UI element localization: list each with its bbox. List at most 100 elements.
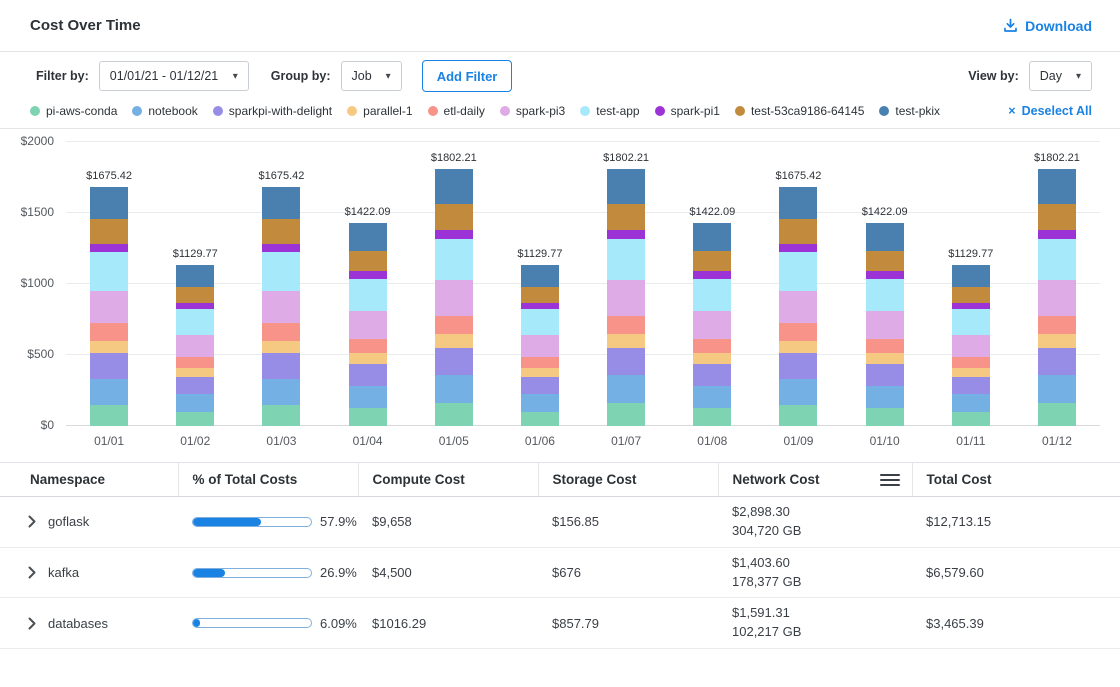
bar-segment-test-53ca9186-64145[interactable] bbox=[693, 251, 731, 272]
bar-segment-sparkpi-with-delight[interactable] bbox=[176, 377, 214, 394]
bar-segment-test-pkix[interactable] bbox=[866, 223, 904, 250]
bar-segment-spark-pi1[interactable] bbox=[693, 271, 731, 278]
bar-segment-sparkpi-with-delight[interactable] bbox=[349, 364, 387, 386]
legend-item-test-app[interactable]: test-app bbox=[580, 104, 639, 118]
bar-segment-test-pkix[interactable] bbox=[176, 265, 214, 287]
bar-segment-sparkpi-with-delight[interactable] bbox=[435, 348, 473, 375]
bar-segment-notebook[interactable] bbox=[607, 375, 645, 402]
bar-segment-pi-aws-conda[interactable] bbox=[607, 403, 645, 426]
bar-segment-sparkpi-with-delight[interactable] bbox=[693, 364, 731, 386]
bar-segment-test-app[interactable] bbox=[90, 252, 128, 290]
bar-segment-notebook[interactable] bbox=[435, 375, 473, 402]
bar-segment-parallel-1[interactable] bbox=[866, 353, 904, 364]
bar-segment-spark-pi3[interactable] bbox=[176, 335, 214, 357]
bar-segment-notebook[interactable] bbox=[866, 386, 904, 408]
bar-segment-test-app[interactable] bbox=[779, 252, 817, 290]
bar-segment-spark-pi3[interactable] bbox=[262, 291, 300, 324]
bar-segment-parallel-1[interactable] bbox=[952, 368, 990, 377]
bar-segment-etl-daily[interactable] bbox=[607, 316, 645, 334]
bar-segment-etl-daily[interactable] bbox=[262, 323, 300, 340]
bar-segment-test-pkix[interactable] bbox=[952, 265, 990, 287]
legend-item-parallel-1[interactable]: parallel-1 bbox=[347, 104, 412, 118]
bar-segment-pi-aws-conda[interactable] bbox=[693, 408, 731, 426]
bar-segment-test-app[interactable] bbox=[262, 252, 300, 290]
bar-segment-test-pkix[interactable] bbox=[1038, 169, 1076, 203]
bar-01/01[interactable]: $1675.42 bbox=[66, 141, 152, 426]
expand-chevron-icon[interactable] bbox=[28, 617, 36, 630]
bar-segment-etl-daily[interactable] bbox=[349, 339, 387, 354]
bar-segment-sparkpi-with-delight[interactable] bbox=[952, 377, 990, 394]
bar-segment-test-app[interactable] bbox=[693, 279, 731, 312]
bar-segment-spark-pi3[interactable] bbox=[952, 335, 990, 357]
legend-item-test-53ca9186-64145[interactable]: test-53ca9186-64145 bbox=[735, 104, 864, 118]
deselect-all-button[interactable]: × Deselect All bbox=[994, 104, 1092, 118]
bar-segment-spark-pi3[interactable] bbox=[779, 291, 817, 324]
bar-segment-test-pkix[interactable] bbox=[435, 169, 473, 203]
bar-segment-spark-pi1[interactable] bbox=[1038, 230, 1076, 239]
legend-item-test-pkix[interactable]: test-pkix bbox=[879, 104, 940, 118]
bar-segment-pi-aws-conda[interactable] bbox=[521, 412, 559, 426]
bar-segment-pi-aws-conda[interactable] bbox=[866, 408, 904, 426]
bar-segment-spark-pi3[interactable] bbox=[349, 311, 387, 339]
col-header-compute-cost[interactable]: Compute Cost bbox=[358, 463, 538, 497]
bar-segment-test-53ca9186-64145[interactable] bbox=[866, 251, 904, 272]
bar-segment-sparkpi-with-delight[interactable] bbox=[521, 377, 559, 394]
bar-segment-test-app[interactable] bbox=[176, 309, 214, 335]
bar-segment-notebook[interactable] bbox=[779, 379, 817, 405]
bar-segment-parallel-1[interactable] bbox=[521, 368, 559, 377]
bar-segment-etl-daily[interactable] bbox=[176, 357, 214, 369]
bar-segment-etl-daily[interactable] bbox=[779, 323, 817, 340]
bar-segment-test-53ca9186-64145[interactable] bbox=[521, 287, 559, 303]
bar-segment-sparkpi-with-delight[interactable] bbox=[607, 348, 645, 375]
bar-segment-test-pkix[interactable] bbox=[90, 187, 128, 219]
bar-segment-test-app[interactable] bbox=[1038, 239, 1076, 280]
bar-segment-pi-aws-conda[interactable] bbox=[262, 405, 300, 426]
bar-segment-spark-pi1[interactable] bbox=[262, 244, 300, 253]
bar-segment-spark-pi1[interactable] bbox=[607, 230, 645, 239]
bar-segment-parallel-1[interactable] bbox=[607, 334, 645, 348]
bar-segment-test-pkix[interactable] bbox=[262, 187, 300, 219]
bar-segment-notebook[interactable] bbox=[1038, 375, 1076, 402]
bar-segment-pi-aws-conda[interactable] bbox=[952, 412, 990, 426]
bar-segment-parallel-1[interactable] bbox=[779, 341, 817, 354]
bar-segment-parallel-1[interactable] bbox=[435, 334, 473, 348]
menu-icon[interactable] bbox=[880, 473, 900, 487]
bar-segment-notebook[interactable] bbox=[349, 386, 387, 408]
legend-item-spark-pi1[interactable]: spark-pi1 bbox=[655, 104, 720, 118]
bar-segment-test-app[interactable] bbox=[349, 279, 387, 312]
bar-segment-parallel-1[interactable] bbox=[693, 353, 731, 364]
bar-segment-etl-daily[interactable] bbox=[1038, 316, 1076, 334]
bar-segment-test-53ca9186-64145[interactable] bbox=[349, 251, 387, 272]
bar-segment-spark-pi3[interactable] bbox=[693, 311, 731, 339]
col-header-percent-of-total[interactable]: % of Total Costs bbox=[178, 463, 358, 497]
col-header-storage-cost[interactable]: Storage Cost bbox=[538, 463, 718, 497]
bar-segment-parallel-1[interactable] bbox=[349, 353, 387, 364]
bar-segment-parallel-1[interactable] bbox=[262, 341, 300, 354]
bar-segment-test-pkix[interactable] bbox=[779, 187, 817, 219]
bar-segment-sparkpi-with-delight[interactable] bbox=[90, 353, 128, 379]
add-filter-button[interactable]: Add Filter bbox=[422, 60, 513, 92]
bar-01/06[interactable]: $1129.77 bbox=[497, 141, 583, 426]
group-by-select[interactable]: Job ▾ bbox=[341, 61, 402, 91]
bar-segment-test-pkix[interactable] bbox=[607, 169, 645, 203]
bar-01/02[interactable]: $1129.77 bbox=[152, 141, 238, 426]
download-button[interactable]: Download bbox=[1003, 18, 1092, 34]
bar-segment-test-pkix[interactable] bbox=[349, 223, 387, 250]
bar-segment-test-app[interactable] bbox=[607, 239, 645, 280]
legend-item-sparkpi-with-delight[interactable]: sparkpi-with-delight bbox=[213, 104, 332, 118]
bar-segment-test-app[interactable] bbox=[952, 309, 990, 335]
legend-item-etl-daily[interactable]: etl-daily bbox=[428, 104, 485, 118]
bar-segment-etl-daily[interactable] bbox=[435, 316, 473, 334]
bar-segment-sparkpi-with-delight[interactable] bbox=[779, 353, 817, 379]
bar-segment-test-53ca9186-64145[interactable] bbox=[176, 287, 214, 303]
bar-segment-pi-aws-conda[interactable] bbox=[1038, 403, 1076, 426]
col-header-namespace[interactable]: Namespace bbox=[0, 463, 178, 497]
bar-segment-parallel-1[interactable] bbox=[176, 368, 214, 377]
bar-segment-spark-pi1[interactable] bbox=[90, 244, 128, 253]
bar-segment-test-53ca9186-64145[interactable] bbox=[1038, 204, 1076, 230]
bar-segment-notebook[interactable] bbox=[693, 386, 731, 408]
bar-segment-test-app[interactable] bbox=[521, 309, 559, 335]
bar-segment-test-53ca9186-64145[interactable] bbox=[435, 204, 473, 230]
bar-segment-spark-pi1[interactable] bbox=[349, 271, 387, 278]
legend-item-spark-pi3[interactable]: spark-pi3 bbox=[500, 104, 565, 118]
